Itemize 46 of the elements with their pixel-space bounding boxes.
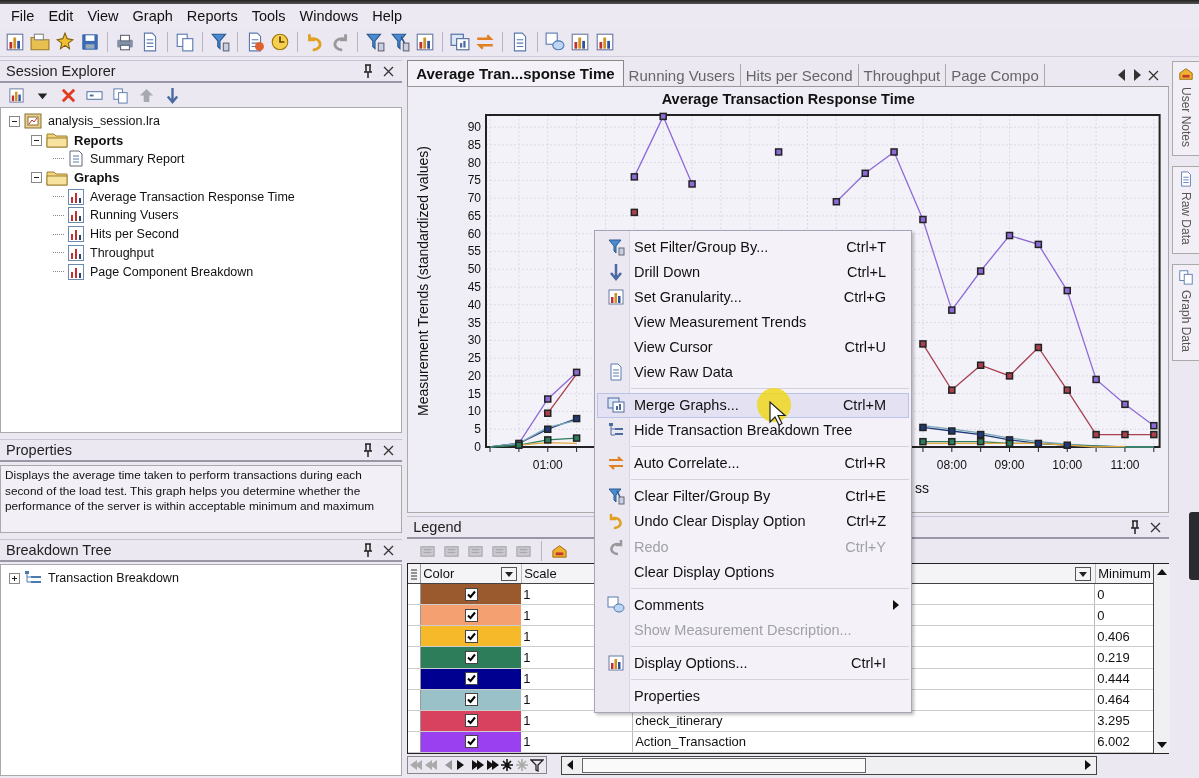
table-cell: 1 [521, 731, 634, 753]
table-cell-text: 0 [1096, 585, 1106, 604]
table-cell-text: 0 [1096, 606, 1106, 625]
x-axis-title: ss [915, 480, 930, 496]
table-cell-text: 0.444 [1096, 670, 1131, 689]
y-tick-label: 35 [467, 315, 482, 330]
y-tick-label: 25 [467, 351, 482, 366]
description-text: Displays the average time taken to perform transactions during each second of the load test. This graph helps you determine whether the performance of the server is within acceptable minimum and maximum [5, 468, 376, 515]
x-tick-label: 08:00 [937, 458, 967, 472]
table-cell-text: 0.219 [1096, 649, 1131, 668]
panel-title: Properties [6, 442, 73, 458]
x-tick-label: 09:00 [994, 458, 1025, 472]
x-tick-label: 11:00 [1110, 458, 1140, 472]
table-cell-text: 6.002 [1096, 733, 1131, 752]
table-cell-text: 0.406 [1096, 627, 1131, 646]
y-tick-label: 10 [467, 404, 482, 419]
table-cell: Action_Transaction [635, 734, 746, 750]
y-tick-label: 55 [467, 244, 482, 259]
chart-title: Average Transaction Response Time [660, 90, 916, 109]
panel-title: Session Explorer [6, 63, 116, 79]
x-tick-label: 01:00 [532, 458, 563, 472]
y-tick-label: 50 [467, 262, 482, 277]
y-tick-label: 60 [467, 226, 482, 241]
y-tick-label: 80 [467, 155, 482, 170]
side-tab-label: Graph Data [1179, 289, 1194, 352]
y-tick-label: 90 [467, 120, 482, 135]
y-tick-label: 5 [474, 422, 482, 437]
side-tab-label: Raw Data [1179, 192, 1194, 245]
y-tick-label: 70 [467, 191, 482, 206]
y-tick-label: 20 [467, 368, 482, 383]
side-tab-label: User Notes [1179, 87, 1194, 148]
y-tick-label: 15 [467, 386, 482, 401]
y-tick-label: 75 [467, 173, 482, 188]
y-tick-label: 40 [467, 297, 482, 312]
y-tick-label: 0 [474, 440, 482, 454]
y-axis-title: Measurement Trends (standardized values) [415, 146, 432, 416]
panel-title: Legend [413, 519, 462, 535]
y-tick-label: 30 [467, 333, 482, 348]
y-tick-label: 65 [467, 208, 482, 223]
x-tick-label: 10:00 [1052, 458, 1083, 472]
y-tick-label: 85 [467, 137, 482, 152]
table-cell: check_itinerary [635, 713, 723, 729]
table-cell-text: 0.464 [1096, 691, 1131, 710]
y-tick-label: 45 [467, 280, 482, 295]
table-cell-text: 3.295 [1096, 712, 1131, 731]
panel-title: Breakdown Tree [6, 542, 112, 558]
